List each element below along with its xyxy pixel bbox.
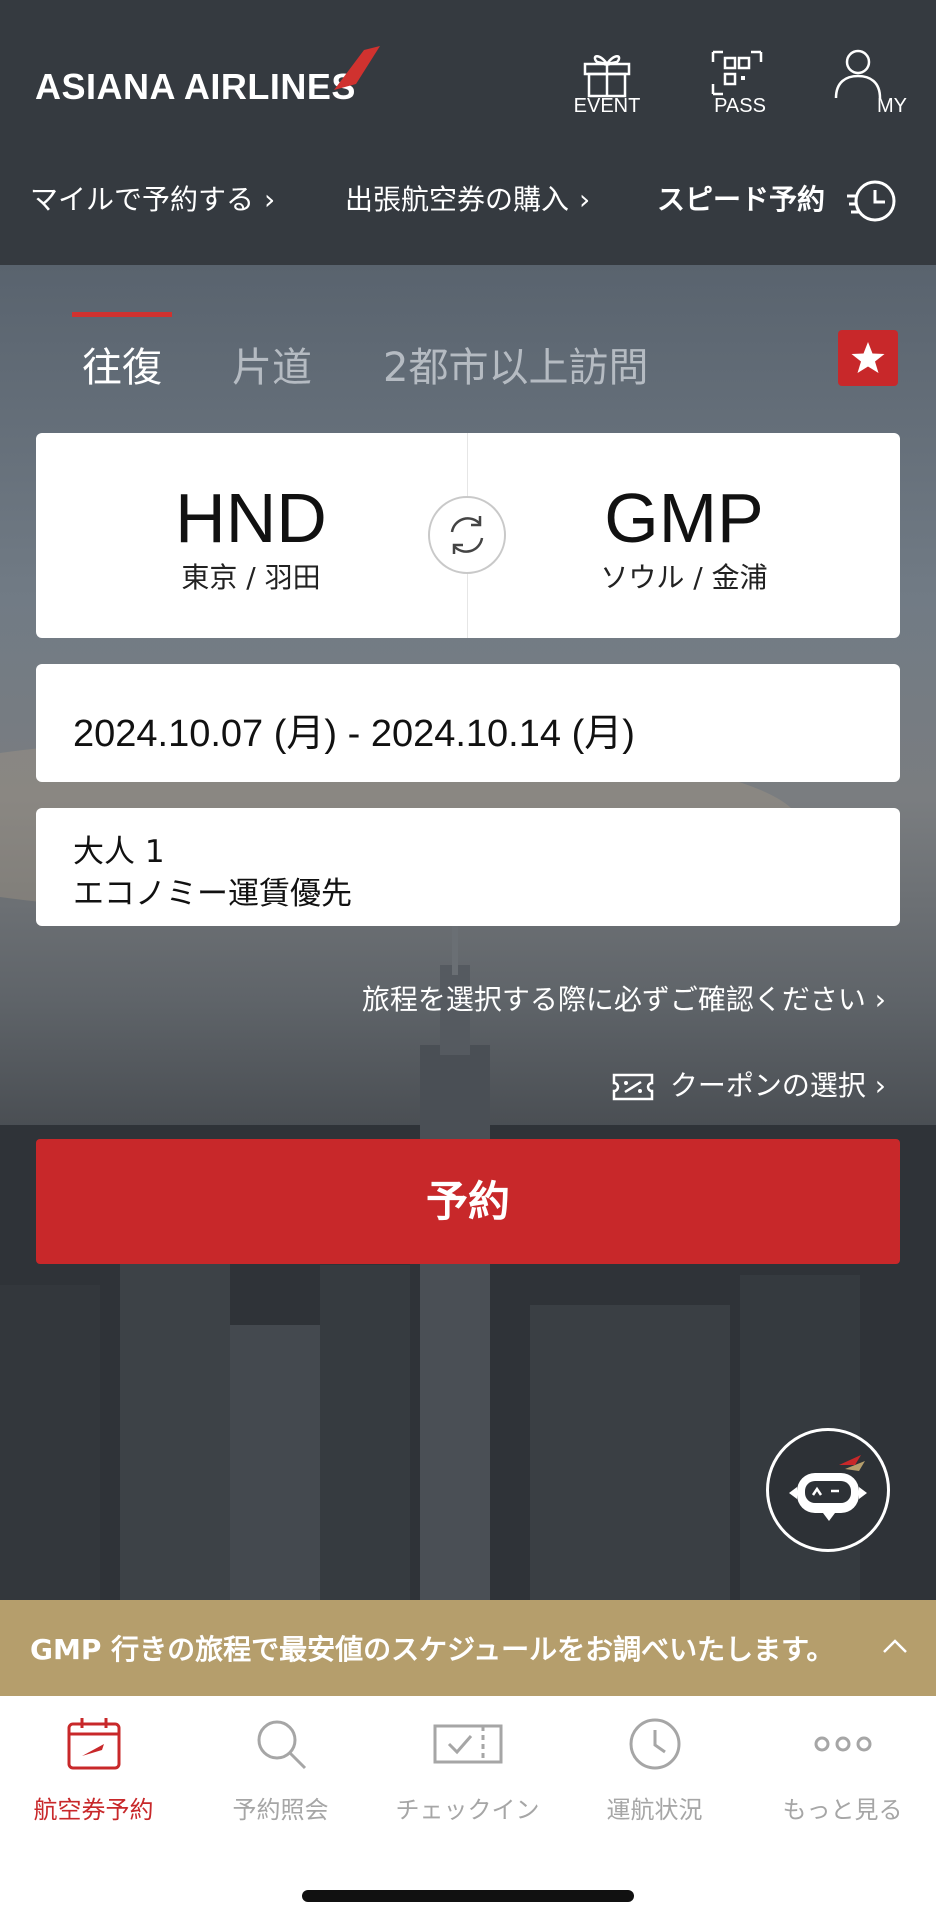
quicklinks: マイルで予約する › 出張航空券の購入 › スピード予約: [0, 178, 936, 228]
destination-code[interactable]: GMP: [509, 478, 859, 558]
coupon-link[interactable]: クーポンの選択 ›: [611, 1064, 886, 1104]
user-icon: [834, 49, 882, 99]
swap-route-button[interactable]: [428, 496, 506, 574]
route-card: HND 東京 / 羽田 GMP ソウル / 金浦: [36, 433, 900, 638]
chatbot-button[interactable]: [766, 1428, 890, 1552]
speed-booking-link[interactable]: スピード予約: [657, 178, 899, 224]
date-selector[interactable]: 2024.10.07 (月) - 2024.10.14 (月): [36, 664, 900, 782]
favorite-button[interactable]: [838, 330, 898, 386]
lowest-fare-banner[interactable]: GMP 行きの旅程で最安値のスケジュールをお調べいたします。: [0, 1600, 936, 1696]
star-icon: [851, 342, 885, 373]
business-ticket-link[interactable]: 出張航空券の購入 ›: [345, 178, 590, 218]
robot-icon: [789, 1455, 867, 1521]
speed-booking-label: スピード予約: [657, 183, 826, 216]
nav-checkin[interactable]: チェックイン: [374, 1696, 561, 1846]
nav-flight-status[interactable]: 運航状況: [561, 1696, 748, 1846]
nav-booking-inquiry-label: 予約照会: [232, 1796, 329, 1824]
itinerary-notice-label: 旅程を選択する際に必ずご確認ください: [361, 983, 866, 1016]
banner-message: GMP 行きの旅程で最安値のスケジュールをお調べいたします。: [30, 1633, 835, 1666]
travel-dates: 2024.10.07 (月) - 2024.10.14 (月): [73, 713, 635, 755]
chevron-right-icon: ›: [579, 183, 591, 216]
reserve-button[interactable]: 予約: [36, 1139, 900, 1264]
my-label: MY: [877, 95, 907, 117]
mile-booking-link[interactable]: マイルで予約する ›: [30, 178, 275, 218]
fare-class: エコノミー運賃優先: [73, 876, 352, 912]
pass-button[interactable]: PASS: [695, 48, 785, 118]
app-header: ASIANA AIRLINES EVENT PASS MY マイルで予約する ›…: [0, 0, 936, 265]
mile-booking-label: マイルで予約する: [30, 183, 255, 216]
logo-swoosh-icon: [334, 46, 380, 90]
tab-round-trip[interactable]: 往復: [82, 335, 162, 393]
gift-icon: [583, 55, 631, 98]
nav-booking-inquiry[interactable]: 予約照会: [187, 1696, 374, 1846]
itinerary-notice-link[interactable]: 旅程を選択する際に必ずご確認ください ›: [362, 978, 886, 1018]
calendar-plane-icon: [67, 1718, 120, 1770]
nav-flight-booking-label: 航空券予約: [33, 1796, 154, 1824]
chevron-right-icon: ›: [874, 1069, 886, 1102]
swap-arrows-icon: [450, 516, 484, 554]
destination-city[interactable]: ソウル / 金浦: [509, 556, 859, 596]
more-dots-icon: [814, 1736, 871, 1752]
nav-flight-booking[interactable]: 航空券予約: [0, 1696, 187, 1846]
home-indicator: [302, 1890, 634, 1902]
origin-code[interactable]: HND: [76, 478, 426, 558]
chevron-right-icon: ›: [874, 983, 886, 1016]
nav-more[interactable]: もっと見る: [749, 1696, 936, 1846]
nav-flight-status-label: 運航状況: [606, 1796, 703, 1824]
business-ticket-label: 出張航空券の購入: [345, 183, 570, 216]
clock-icon: [629, 1718, 680, 1770]
passenger-selector[interactable]: 大人 1 エコノミー運賃優先: [36, 808, 900, 926]
ticket-check-icon: [433, 1724, 502, 1764]
tab-multi-city[interactable]: 2都市以上訪問: [383, 335, 648, 393]
pass-label: PASS: [714, 95, 766, 117]
active-tab-indicator: [72, 312, 172, 317]
tab-one-way[interactable]: 片道: [232, 335, 312, 393]
bottom-tab-bar: 航空券予約 予約照会 チェックイン 運航状況 もっと見る: [0, 1696, 936, 1920]
nav-more-label: もっと見る: [782, 1796, 903, 1824]
chevron-up-icon[interactable]: [880, 1634, 910, 1658]
brand-logo: ASIANA AIRLINES: [35, 66, 356, 107]
chevron-right-icon: ›: [264, 183, 276, 216]
speed-clock-icon: [846, 180, 896, 222]
coupon-icon: [612, 1073, 654, 1101]
qr-code-icon: [711, 50, 763, 96]
search-icon: [257, 1720, 306, 1770]
origin-city[interactable]: 東京 / 羽田: [76, 556, 426, 596]
my-button[interactable]: MY: [826, 48, 916, 118]
coupon-label: クーポンの選択: [669, 1069, 866, 1102]
passenger-count: 大人 1: [73, 834, 165, 870]
nav-checkin-label: チェックイン: [395, 1796, 540, 1824]
event-label: EVENT: [573, 95, 641, 117]
event-button[interactable]: EVENT: [562, 48, 652, 118]
